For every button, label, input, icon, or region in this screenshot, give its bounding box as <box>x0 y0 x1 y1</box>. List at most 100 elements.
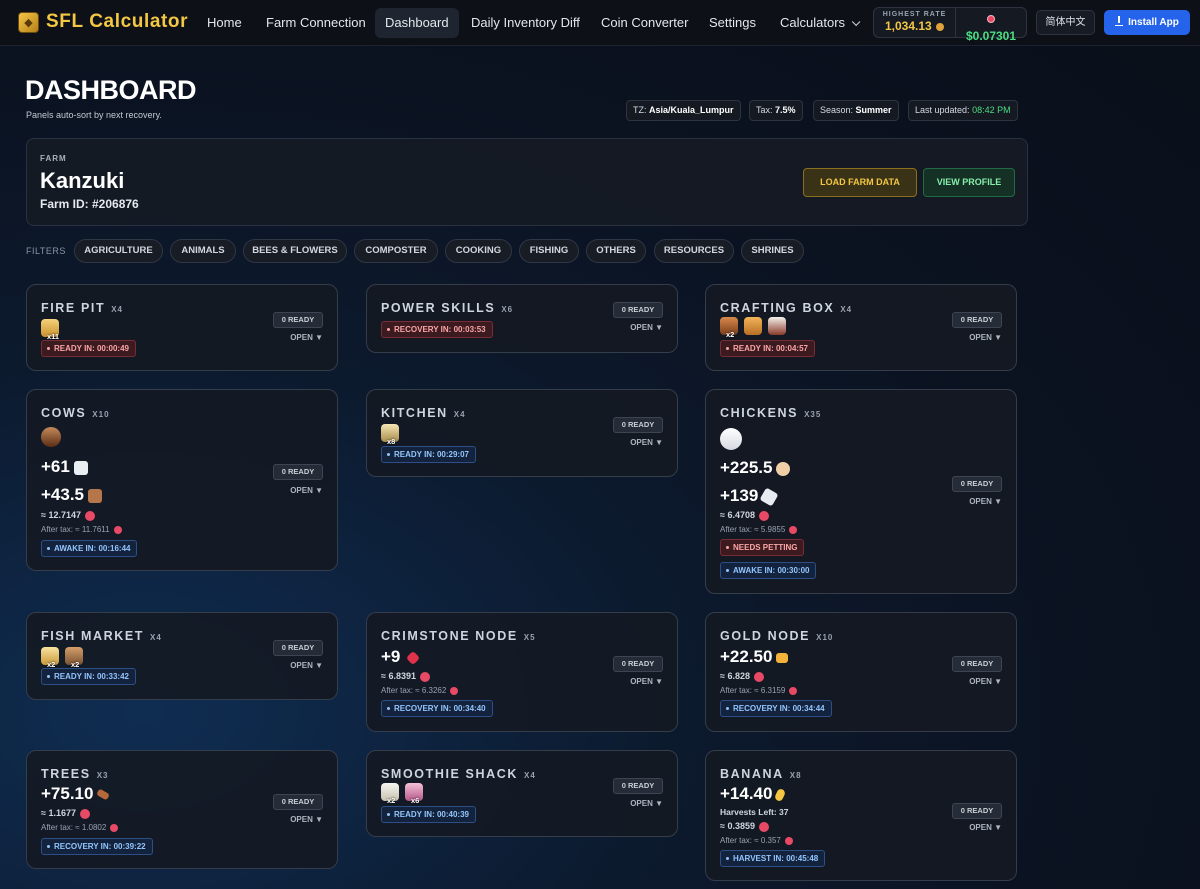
flower-value-text: ≈ 6.8391 <box>381 671 416 681</box>
filter-shrines[interactable]: SHRINES <box>741 239 804 263</box>
season-chip: Season: Summer <box>813 100 899 121</box>
bear-doll-icon <box>744 317 762 335</box>
panel-title-text: BANANA <box>720 767 784 781</box>
last-updated-chip: Last updated: 08:42 PM <box>908 100 1018 121</box>
status-badge: READY IN: 00:40:39 <box>381 806 476 823</box>
cow-icon <box>41 427 61 447</box>
open-toggle[interactable]: OPEN ▼ <box>969 823 1002 832</box>
open-toggle[interactable]: OPEN ▼ <box>290 333 323 342</box>
filter-cooking[interactable]: COOKING <box>445 239 512 263</box>
open-toggle[interactable]: OPEN ▼ <box>630 438 663 447</box>
language-button[interactable]: 简体中文 <box>1036 10 1095 35</box>
doll-icon: x2 <box>720 317 738 339</box>
open-toggle[interactable]: OPEN ▼ <box>290 486 323 495</box>
panel-chickens[interactable]: CHICKENS X35 +225.5 +139 ≈ 6.4708 After t… <box>705 389 1017 594</box>
after-tax: After tax: ≈ 6.3262 <box>381 686 459 695</box>
nav-settings[interactable]: Settings <box>699 8 766 38</box>
open-toggle[interactable]: OPEN ▼ <box>969 333 1002 342</box>
egg-icon <box>776 461 791 476</box>
panel-trees[interactable]: TREES X3 +75.10 ≈ 1.1677 After tax: ≈ 1.0… <box>26 750 338 869</box>
nav-calculators-label: Calculators <box>780 15 846 30</box>
open-toggle[interactable]: OPEN ▼ <box>630 323 663 332</box>
flower-value: ≈ 12.7147 <box>41 510 95 521</box>
feather-yield: +139 <box>720 486 779 507</box>
open-toggle[interactable]: OPEN ▼ <box>630 677 663 686</box>
ready-count-badge: 0 READY <box>273 464 323 480</box>
nav-daily-inventory-diff[interactable]: Daily Inventory Diff <box>461 8 590 38</box>
panel-gold-node[interactable]: GOLD NODE X10 +22.50 ≈ 6.828 After tax: ≈… <box>705 612 1017 732</box>
item-qty: x8 <box>387 437 396 446</box>
flower-value: ≈ 1.1677 <box>41 808 90 819</box>
egg-yield: +225.5 <box>720 458 791 478</box>
open-toggle[interactable]: OPEN ▼ <box>969 677 1002 686</box>
panel-fire-pit[interactable]: FIRE PIT X4 x11 READY IN: 00:00:49 0 READ… <box>26 284 338 371</box>
after-tax: After tax: ≈ 6.3159 <box>720 686 798 695</box>
panel-banana[interactable]: BANANA X8 +14.40 Harvests Left: 37 ≈ 0.38… <box>705 750 1017 881</box>
nav-calculators[interactable]: Calculators <box>770 8 867 38</box>
nav-farm-connection[interactable]: Farm Connection <box>256 8 376 38</box>
flower-value: ≈ 6.828 <box>720 671 764 682</box>
panel-title-text: FIRE PIT <box>41 301 106 315</box>
panel-cows[interactable]: COWS X10 +61 +43.5 ≈ 12.7147 After tax: ≈… <box>26 389 338 571</box>
seafood-icon: x2 <box>65 647 83 669</box>
page-subtitle: Panels auto-sort by next recovery. <box>26 110 162 120</box>
view-profile-button[interactable]: VIEW PROFILE <box>923 168 1015 197</box>
banana-icon <box>774 787 787 802</box>
panel-crimstone-node[interactable]: CRIMSTONE NODE X5 +9 ≈ 6.8391 After tax: … <box>366 612 678 732</box>
logo[interactable]: ◆ SFL Calculator <box>18 11 188 33</box>
top-nav: ◆ SFL Calculator Home Farm Connection Da… <box>0 0 1200 46</box>
item-qty: x2 <box>387 796 396 805</box>
panel-fish-market[interactable]: FISH MARKET X4 x2 x2 READY IN: 00:33:42 0… <box>26 612 338 700</box>
panel-multiplier: X4 <box>150 633 162 642</box>
status-badge: READY IN: 00:00:49 <box>41 340 136 357</box>
install-app-button[interactable]: Install App <box>1104 10 1190 35</box>
figurine-icon <box>768 317 786 335</box>
rate-box: HIGHEST RATE 1,034.13 $0.07301 <box>873 7 1027 43</box>
flower-icon <box>84 510 95 521</box>
load-farm-data-button[interactable]: LOAD FARM DATA <box>803 168 917 197</box>
download-icon <box>1115 16 1124 27</box>
panel-title-text: KITCHEN <box>381 406 448 420</box>
filter-fishing[interactable]: FISHING <box>519 239 579 263</box>
panel-multiplier: X6 <box>501 305 514 314</box>
nav-home[interactable]: Home <box>197 8 252 38</box>
open-toggle[interactable]: OPEN ▼ <box>290 815 323 824</box>
leather-yield-value: +43.5 <box>41 485 85 504</box>
filter-agriculture[interactable]: AGRICULTURE <box>74 239 163 263</box>
panel-title: CRIMSTONE NODE X5 <box>381 629 536 643</box>
filter-bees-flowers[interactable]: BEES & FLOWERS <box>243 239 347 263</box>
rate-value: 1,034.13 <box>874 19 955 33</box>
status-badge: READY IN: 00:29:07 <box>381 446 476 463</box>
needs-petting-badge: NEEDS PETTING <box>720 539 805 556</box>
flower-value-text: ≈ 12.7147 <box>41 510 81 520</box>
filter-composter[interactable]: COMPOSTER <box>354 239 438 263</box>
filter-resources[interactable]: RESOURCES <box>654 239 734 263</box>
filter-others[interactable]: OTHERS <box>586 239 646 263</box>
panel-title: GOLD NODE X10 <box>720 629 833 643</box>
ready-count-badge: 0 READY <box>952 476 1002 492</box>
open-toggle[interactable]: OPEN ▼ <box>630 799 663 808</box>
flower-icon <box>419 671 430 682</box>
panel-power-skills[interactable]: POWER SKILLS X6 RECOVERY IN: 00:03:53 0 R… <box>366 284 678 353</box>
flower-icon <box>450 686 459 695</box>
crimstone-yield-value: +9 <box>381 647 401 666</box>
tax-chip: Tax: 7.5% <box>749 100 803 121</box>
panel-kitchen[interactable]: KITCHEN X4 x8 READY IN: 00:29:07 0 READY … <box>366 389 678 477</box>
gold-icon <box>776 652 789 663</box>
panel-title: POWER SKILLS X6 <box>381 301 513 315</box>
open-toggle[interactable]: OPEN ▼ <box>969 497 1002 506</box>
item-qty: x6 <box>411 796 420 805</box>
panel-crafting-box[interactable]: CRAFTING BOX X4 x2 READY IN: 00:04:57 0 R… <box>705 284 1017 371</box>
ready-count-badge: 0 READY <box>613 417 663 433</box>
nav-dashboard[interactable]: Dashboard <box>375 8 459 38</box>
leather-yield: +43.5 <box>41 485 103 505</box>
juice-icon: x2 <box>381 783 399 805</box>
after-tax-text: After tax: ≈ 1.0802 <box>41 823 107 832</box>
open-toggle[interactable]: OPEN ▼ <box>290 661 323 670</box>
nav-coin-converter[interactable]: Coin Converter <box>591 8 698 38</box>
panel-title-text: COWS <box>41 406 87 420</box>
panel-smoothie-shack[interactable]: SMOOTHIE SHACK X4 x2 x6 READY IN: 00:40:3… <box>366 750 678 837</box>
filter-animals[interactable]: ANIMALS <box>170 239 236 263</box>
dish-icon: x8 <box>381 424 399 446</box>
season-value: Summer <box>855 105 892 115</box>
